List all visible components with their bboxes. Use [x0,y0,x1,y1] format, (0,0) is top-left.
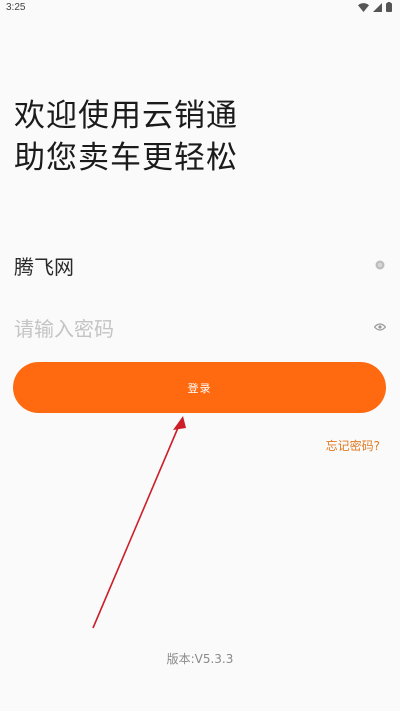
password-placeholder[interactable]: 请输入密码 [14,313,374,342]
welcome-line-2: 助您卖车更轻松 [14,140,238,176]
login-button[interactable]: 登录 [13,362,386,413]
status-bar: 3:25 [0,0,400,16]
wifi-icon [358,2,369,12]
login-button-label: 登录 [187,381,212,395]
username-value[interactable]: 腾飞网 [14,251,374,280]
welcome-heading: 欢迎使用云销通 助您卖车更轻松 [14,95,238,179]
status-icons [358,2,392,12]
status-time: 3:25 [6,2,26,13]
version-label: 版本:V5.3.3 [166,652,234,666]
signal-icon [373,2,382,12]
password-field[interactable]: 请输入密码 [14,307,386,347]
welcome-line-1: 欢迎使用云销通 [14,98,238,134]
forgot-password-link[interactable]: 忘记密码? [326,437,380,454]
battery-icon [386,2,392,12]
username-field[interactable]: 腾飞网 [14,245,386,285]
clear-icon[interactable] [374,259,386,271]
eye-icon[interactable] [374,321,386,333]
